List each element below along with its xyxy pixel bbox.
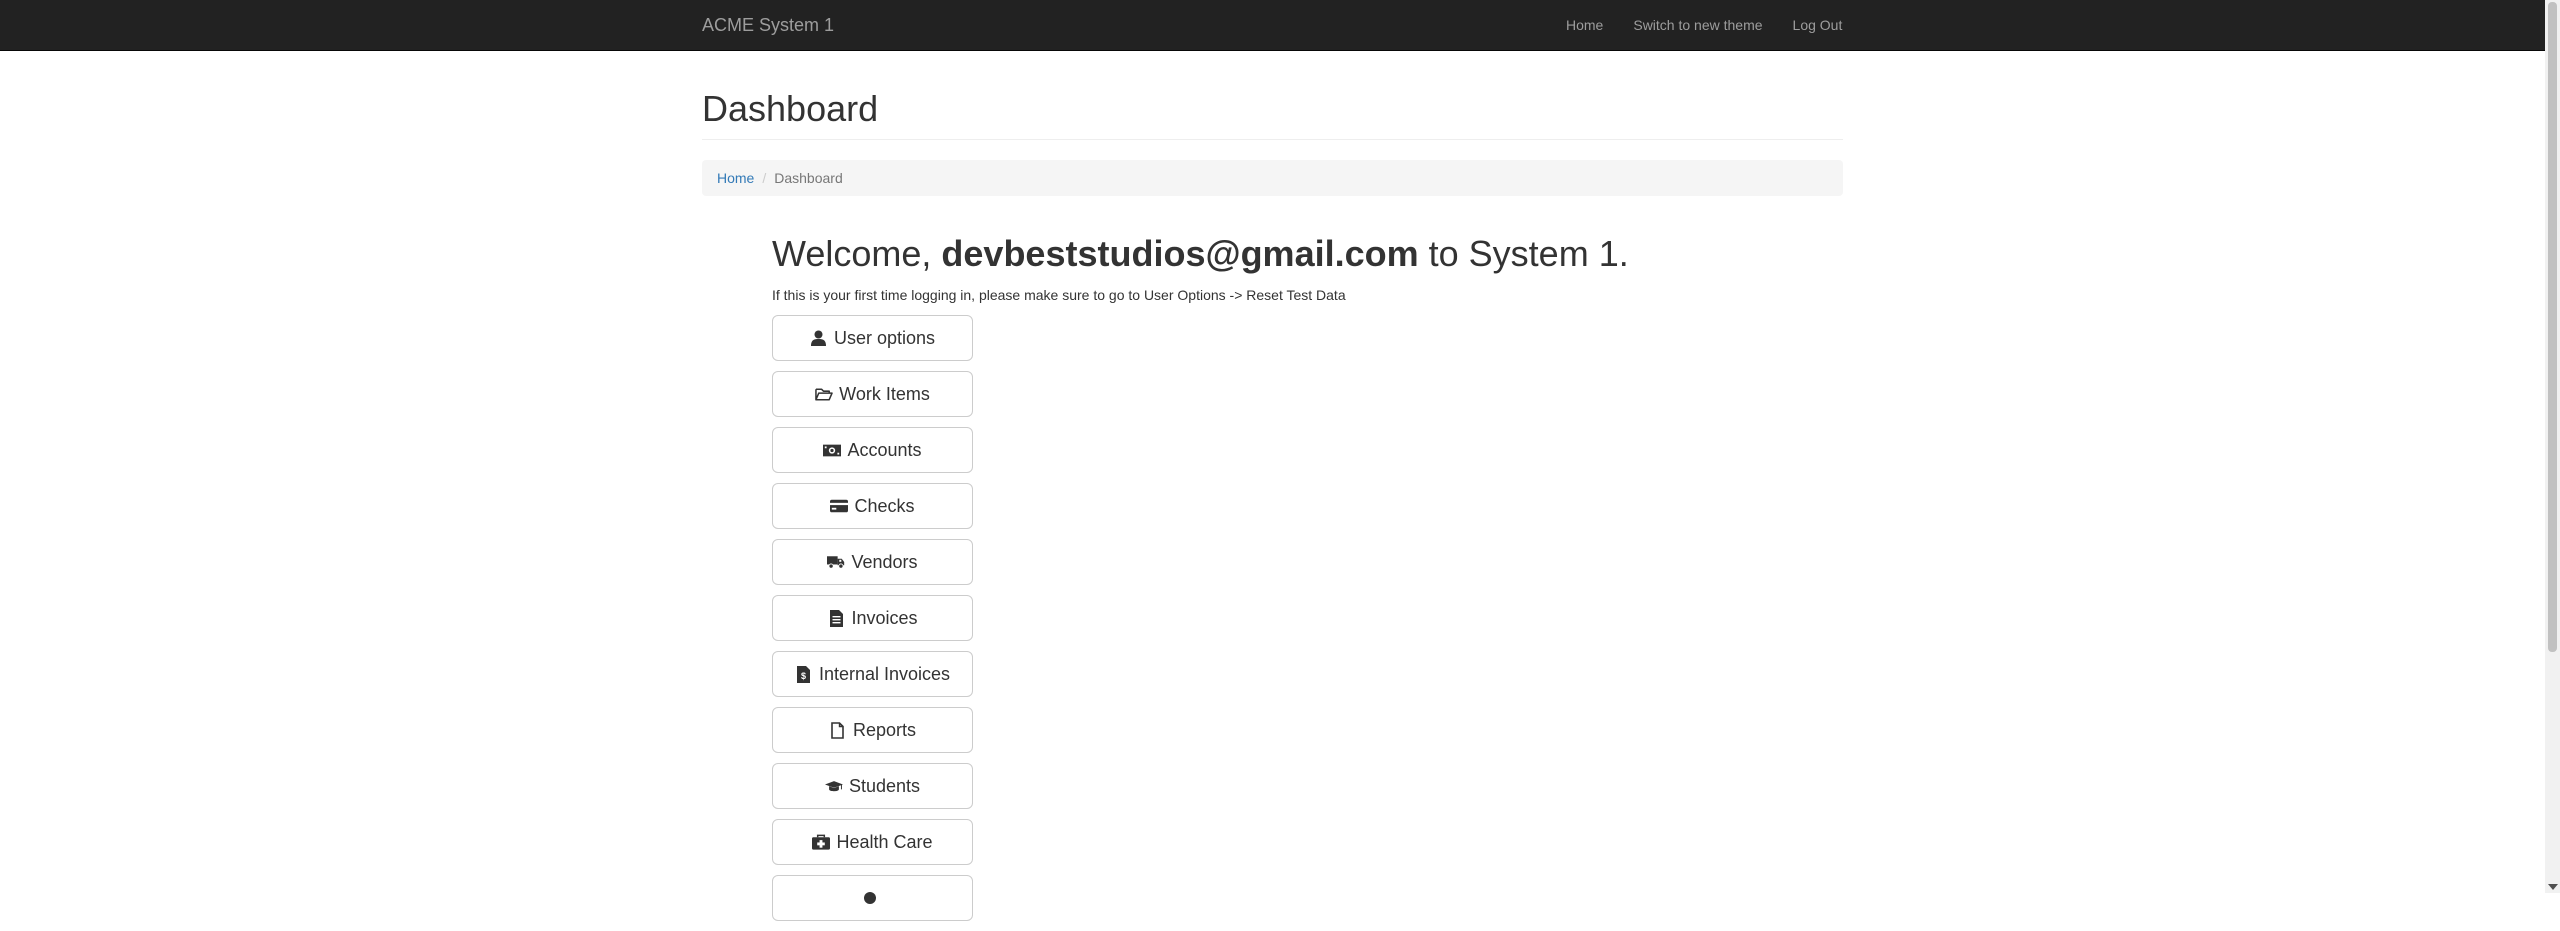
user-options-button[interactable]: User options [772, 315, 973, 361]
folder-open-icon [815, 385, 833, 403]
money-icon [823, 441, 842, 459]
nav-switch-theme-link[interactable]: Switch to new theme [1618, 0, 1777, 50]
nav-logout-link[interactable]: Log Out [1778, 0, 1858, 50]
page-title: Dashboard [702, 88, 879, 129]
navbar-links: Home Switch to new theme Log Out [1551, 0, 1857, 50]
nav-home-link[interactable]: Home [1551, 0, 1618, 50]
reports-button[interactable]: Reports [772, 707, 973, 753]
svg-text:$: $ [801, 671, 806, 681]
file-invoice-icon: $ [795, 665, 813, 683]
button-label: Work Items [839, 383, 930, 404]
button-label: Checks [854, 495, 915, 516]
partial-icon [861, 889, 879, 907]
truck-icon [827, 553, 845, 571]
scroll-down-arrow-icon[interactable] [2548, 884, 2558, 890]
internal-invoices-button[interactable]: $ Internal Invoices [772, 651, 973, 697]
page-header: Dashboard [702, 86, 1843, 140]
button-label: User options [833, 327, 936, 348]
file-o-icon [829, 721, 847, 739]
button-label: Internal Invoices [818, 663, 951, 684]
brand-link[interactable]: ACME System 1 [702, 0, 834, 50]
vendors-button[interactable]: Vendors [772, 539, 973, 585]
welcome-user-email: devbeststudios@gmail.com [941, 233, 1419, 274]
button-label: Students [848, 775, 921, 796]
students-button[interactable]: Students [772, 763, 973, 809]
work-items-button[interactable]: Work Items [772, 371, 973, 417]
breadcrumb: Home / Dashboard [702, 160, 1843, 196]
button-label: Health Care [836, 831, 933, 852]
first-login-hint: If this is your first time logging in, p… [772, 287, 1346, 303]
graduation-cap-icon [824, 777, 843, 795]
welcome-prefix: Welcome, [772, 233, 932, 274]
welcome-suffix: to System 1. [1428, 233, 1629, 274]
invoices-button[interactable]: Invoices [772, 595, 973, 641]
vertical-scrollbar[interactable] [2545, 0, 2560, 893]
top-navbar: ACME System 1 Home Switch to new theme L… [0, 0, 2545, 51]
user-icon [810, 329, 828, 347]
scrollbar-thumb[interactable] [2548, 2, 2557, 652]
accounts-button[interactable]: Accounts [772, 427, 973, 473]
health-care-button[interactable]: Health Care [772, 819, 973, 865]
button-label: Vendors [851, 551, 918, 572]
button-label: Accounts [847, 439, 922, 460]
dashboard-button-list: User options Work Items Accounts Checks … [772, 315, 973, 931]
button-label: Reports [852, 719, 917, 740]
checks-button[interactable]: Checks [772, 483, 973, 529]
breadcrumb-separator: / [762, 170, 767, 186]
file-text-icon [827, 609, 845, 627]
breadcrumb-home-link[interactable]: Home [717, 170, 754, 186]
breadcrumb-current: Dashboard [774, 170, 843, 186]
button-label: Invoices [851, 607, 918, 628]
welcome-heading: Welcome, devbeststudios@gmail.com to Sys… [772, 229, 1629, 279]
credit-card-icon [830, 497, 849, 515]
medkit-icon [812, 833, 831, 851]
partial-menu-button[interactable] [772, 875, 973, 921]
